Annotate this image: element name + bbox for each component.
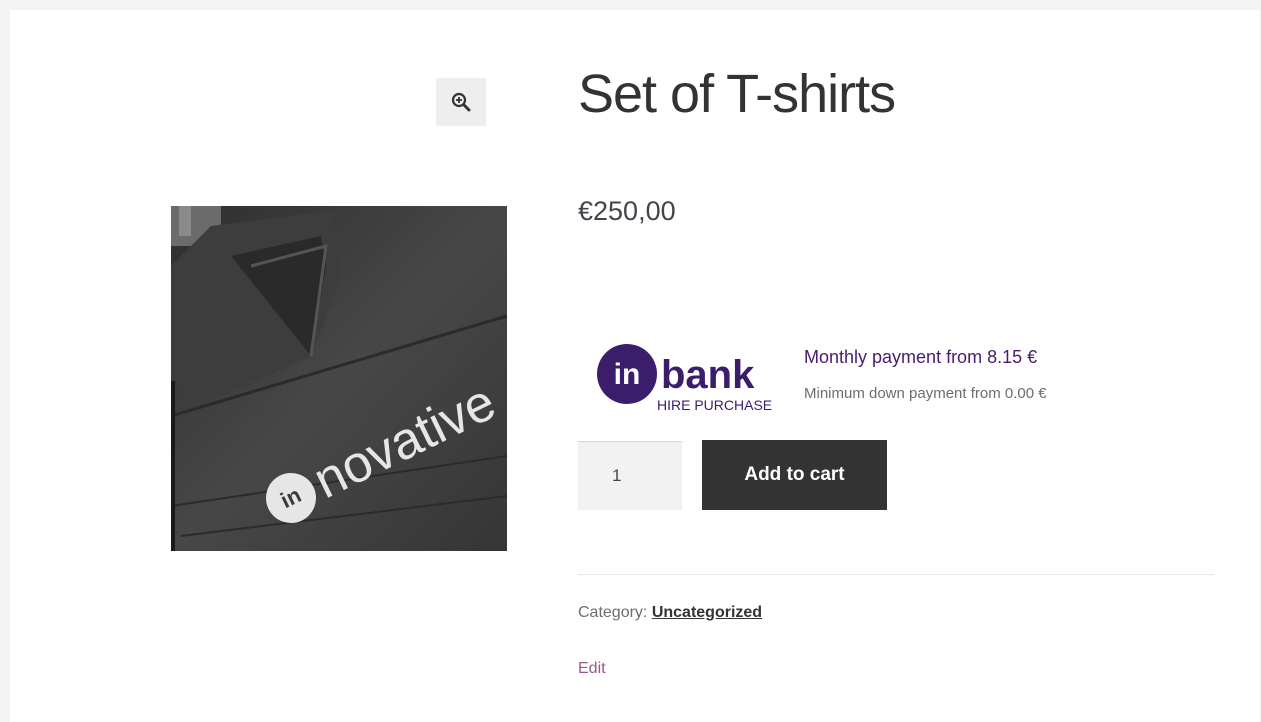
monthly-payment: Monthly payment from 8.15 € (804, 347, 1038, 367)
product-page: in novative Set of T-shirts €250,00 in b… (10, 10, 1260, 722)
inbank-logo-word: bank (661, 353, 755, 397)
quantity-input[interactable] (578, 441, 682, 510)
zoom-in-icon (451, 92, 471, 112)
inbank-logo-sub: HIRE PURCHASE (657, 397, 772, 412)
svg-text:in: in (614, 358, 641, 391)
zoom-button[interactable] (436, 78, 486, 126)
divider (578, 574, 1214, 575)
category-label: Category: (578, 604, 648, 621)
product-title: Set of T-shirts (578, 64, 896, 124)
inbank-logo: in bank HIRE PURCHASE (595, 342, 795, 413)
product-price: €250,00 (578, 196, 676, 226)
minimum-down-payment: Minimum down payment from 0.00 € (804, 385, 1047, 402)
product-meta: Category: Uncategorized (578, 604, 762, 622)
edit-link[interactable]: Edit (578, 660, 606, 678)
product-image[interactable]: in novative (171, 206, 507, 551)
add-to-cart-button[interactable]: Add to cart (702, 440, 887, 510)
tshirt-photo: in novative (171, 206, 507, 551)
category-link[interactable]: Uncategorized (652, 604, 762, 621)
